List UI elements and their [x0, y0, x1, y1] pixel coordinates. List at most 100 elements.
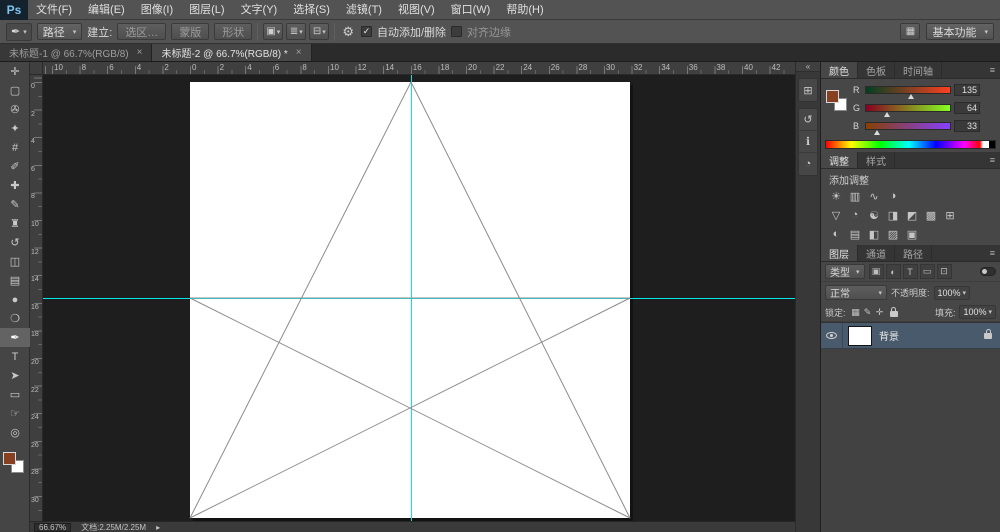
path-operations-icon[interactable]: ▣ ▾: [263, 23, 284, 40]
menu-item-6[interactable]: 滤镜(T): [338, 0, 390, 20]
layers-tab-图层[interactable]: 图层: [821, 245, 858, 261]
curves-icon[interactable]: ∿: [865, 187, 883, 205]
lock-image-icon[interactable]: ✎: [862, 307, 874, 318]
crop-tool[interactable]: #: [0, 138, 30, 157]
layer-filter-select[interactable]: 类型 ▾: [825, 264, 865, 279]
channel-value-field[interactable]: 64: [954, 102, 980, 114]
color-tab-色板[interactable]: 色板: [858, 62, 895, 78]
dodge-tool[interactable]: ❍: [0, 309, 30, 328]
menu-item-4[interactable]: 文字(Y): [233, 0, 286, 20]
channel-mixer-icon[interactable]: ▩: [922, 206, 940, 224]
expand-dock-button[interactable]: «: [796, 62, 820, 72]
quick-selection-tool[interactable]: ✦: [0, 119, 30, 138]
zoom-level-field[interactable]: 66.67%: [34, 522, 72, 532]
path-arrangement-icon[interactable]: ⊟ ▾: [309, 23, 330, 40]
healing-brush-tool[interactable]: ✚: [0, 176, 30, 195]
color-spectrum-ramp[interactable]: [825, 140, 996, 149]
color-balance-icon[interactable]: ☯: [865, 206, 883, 224]
levels-icon[interactable]: ▥: [846, 187, 864, 205]
color-tab-颜色[interactable]: 颜色: [821, 62, 858, 78]
channel-slider-thumb[interactable]: [884, 112, 890, 117]
align-edges-checkbox[interactable]: [451, 26, 463, 37]
color-tab-时间轴[interactable]: 时间轴: [895, 62, 942, 78]
channel-slider-track[interactable]: [865, 86, 951, 99]
menu-item-5[interactable]: 选择(S): [285, 0, 338, 20]
menu-item-8[interactable]: 窗口(W): [443, 0, 499, 20]
menu-item-7[interactable]: 视图(V): [390, 0, 443, 20]
posterize-icon[interactable]: ▤: [846, 225, 864, 243]
gradient-map-icon[interactable]: ▨: [884, 225, 902, 243]
menu-item-1[interactable]: 编辑(E): [80, 0, 133, 20]
menu-item-9[interactable]: 帮助(H): [498, 0, 551, 20]
layer-row-background[interactable]: 背景: [821, 323, 1000, 349]
blend-mode-select[interactable]: 正常 ▾: [825, 285, 887, 300]
lasso-tool[interactable]: ✇: [0, 100, 30, 119]
brightness-contrast-icon[interactable]: ☀: [827, 187, 845, 205]
tab-close-icon[interactable]: ×: [137, 47, 143, 58]
doc-tab-1[interactable]: 未标题-2 @ 66.7%(RGB/8) * ×: [152, 44, 312, 61]
doc-tab-0[interactable]: 未标题-1 @ 66.7%(RGB/8) ×: [0, 44, 153, 61]
threshold-icon[interactable]: ◧: [865, 225, 883, 243]
layer-visibility-toggle[interactable]: [821, 323, 843, 349]
panel-menu-icon[interactable]: ≡: [985, 245, 1000, 261]
filter-shape-layers-icon[interactable]: ▭: [919, 264, 935, 279]
channel-slider-track[interactable]: [865, 104, 951, 117]
layer-filter-toggle[interactable]: [980, 267, 996, 276]
filter-pixel-layers-icon[interactable]: ▣: [868, 264, 884, 279]
filter-smart-objects-icon[interactable]: ⊡: [936, 264, 952, 279]
gear-icon[interactable]: ⚙: [340, 24, 356, 40]
properties-panel-icon[interactable]: ◔: [799, 153, 817, 175]
history-brush-tool[interactable]: ↺: [0, 233, 30, 252]
vibrance-icon[interactable]: ▽: [827, 206, 845, 224]
layers-tab-通道[interactable]: 通道: [858, 245, 895, 261]
hand-tool[interactable]: ☞: [0, 404, 30, 423]
arrange-documents-panel-icon[interactable]: ⊞: [799, 79, 817, 101]
fill-field[interactable]: 100% ▾: [959, 305, 996, 319]
channel-slider-thumb[interactable]: [907, 94, 914, 99]
make-shape-button[interactable]: 形状: [214, 23, 253, 40]
canvas-area[interactable]: [43, 75, 795, 521]
exposure-icon[interactable]: ◑: [884, 187, 902, 205]
invert-icon[interactable]: ◐: [827, 225, 845, 243]
blur-tool[interactable]: ●: [0, 290, 30, 309]
panel-menu-icon[interactable]: ≡: [985, 62, 1000, 78]
layer-thumbnail[interactable]: [848, 325, 872, 346]
tab-close-icon[interactable]: ×: [296, 47, 302, 58]
shape-tool[interactable]: ▭: [0, 385, 30, 404]
ruler-top[interactable]: 10 8 6 4 2 0 2 4 6 8 10 12 14 16 18 20 22 24 26 28 30 32 34 36 3…: [43, 62, 795, 75]
channel-value-field[interactable]: 135: [954, 84, 980, 96]
foreground-color-swatch[interactable]: [826, 90, 839, 103]
panel-layout-icon[interactable]: ▦: [900, 23, 921, 40]
layers-tab-路径[interactable]: 路径: [895, 245, 932, 261]
move-tool[interactable]: ✛: [0, 62, 30, 81]
black-white-icon[interactable]: ◨: [884, 206, 902, 224]
eyedropper-tool[interactable]: ✐: [0, 157, 30, 176]
channel-slider-thumb[interactable]: [873, 130, 880, 135]
channel-slider-track[interactable]: [865, 122, 951, 135]
make-selection-button[interactable]: 选区…: [117, 23, 167, 40]
tool-mode-select[interactable]: 路径 ▾: [36, 23, 83, 40]
path-selection-tool[interactable]: ➤: [0, 366, 30, 385]
history-panel-icon[interactable]: ↺: [799, 109, 817, 131]
document-canvas[interactable]: [190, 82, 630, 518]
filter-type-layers-icon[interactable]: T: [902, 264, 918, 279]
rectangular-marquee-tool[interactable]: ▢: [0, 81, 30, 100]
zoom-tool[interactable]: ◎: [0, 423, 30, 442]
workspace-switcher[interactable]: 基本功能 ▾: [926, 23, 994, 40]
pen-tool[interactable]: ✒: [0, 328, 30, 347]
foreground-color-swatch[interactable]: [3, 452, 16, 465]
eraser-tool[interactable]: ◫: [0, 252, 30, 271]
opacity-field[interactable]: 100% ▾: [933, 285, 971, 300]
type-tool[interactable]: T: [0, 347, 30, 366]
hue-saturation-icon[interactable]: ◔: [846, 206, 864, 224]
lock-position-icon[interactable]: ✛: [874, 307, 886, 318]
lock-transparency-icon[interactable]: ▦: [850, 307, 862, 318]
status-arrow-icon[interactable]: ▸: [156, 523, 160, 532]
photo-filter-icon[interactable]: ◩: [903, 206, 921, 224]
clone-stamp-tool[interactable]: ♜: [0, 214, 30, 233]
gradient-tool[interactable]: ▤: [0, 271, 30, 290]
menu-item-3[interactable]: 图层(L): [181, 0, 232, 20]
brush-tool[interactable]: ✎: [0, 195, 30, 214]
channel-value-field[interactable]: 33: [954, 120, 980, 132]
selective-color-icon[interactable]: ▣: [903, 225, 921, 243]
